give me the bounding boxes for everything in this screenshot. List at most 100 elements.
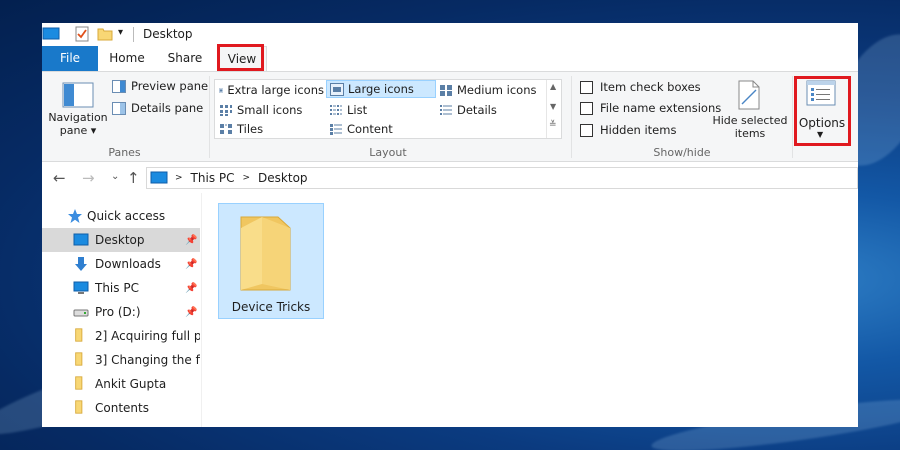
- chevron-down-icon: ▼: [817, 130, 824, 139]
- breadcrumb-separator-icon: >: [175, 173, 183, 183]
- layout-label: Content: [347, 122, 393, 136]
- nav-item-desktop[interactable]: Desktop 📌: [42, 228, 200, 252]
- layout-label: Small icons: [237, 103, 303, 117]
- layout-medium-icons[interactable]: Medium icons: [436, 81, 544, 99]
- layout-large-icons[interactable]: Large icons: [326, 80, 436, 98]
- preview-pane-icon: [112, 79, 126, 93]
- content-icon: [330, 123, 342, 135]
- options-label: Options: [798, 116, 846, 130]
- address-row: ← → ⌄ ↑ > This PC > Desktop: [42, 163, 858, 193]
- title-separator: [133, 27, 134, 42]
- details-icon: [440, 104, 452, 115]
- folder-icon: [75, 376, 83, 390]
- nav-item-label: This PC: [95, 281, 139, 295]
- options-button[interactable]: Options ▼: [795, 76, 849, 144]
- item-check-boxes-checkbox[interactable]: [580, 80, 593, 94]
- layout-gallery-scroller[interactable]: ▲ ▼ ≚: [546, 80, 561, 138]
- chevron-down-icon[interactable]: ▾: [118, 27, 123, 43]
- navigation-pane-label: Navigation: [48, 111, 108, 124]
- hidden-items-toggle[interactable]: Hidden items: [580, 121, 676, 139]
- hide-selected-items-button[interactable]: Hide selected items: [709, 114, 791, 140]
- folder-icon: [75, 328, 83, 342]
- scroll-up-icon[interactable]: ▲: [550, 82, 556, 91]
- properties-icon[interactable]: [75, 26, 89, 42]
- nav-item-label: 2] Acquiring full per: [95, 329, 200, 343]
- nav-item-label: Pro (D:): [95, 305, 141, 319]
- group-separator: [792, 76, 793, 158]
- breadcrumb-this-pc[interactable]: This PC: [191, 171, 235, 185]
- breadcrumb-desktop[interactable]: Desktop: [258, 171, 308, 185]
- panes-group-label: Panes: [108, 146, 141, 159]
- back-arrow-icon[interactable]: ←: [53, 169, 66, 187]
- group-separator: [571, 76, 572, 158]
- tab-share[interactable]: Share: [160, 46, 210, 71]
- extra-large-icons-icon: [219, 87, 224, 93]
- window-icon: [42, 27, 60, 40]
- layout-list[interactable]: List: [326, 101, 434, 119]
- hide-selected-items-label: Hide selected: [712, 114, 788, 127]
- preview-pane-button[interactable]: Preview pane: [112, 77, 208, 95]
- tab-file[interactable]: File: [42, 46, 98, 71]
- nav-item-downloads[interactable]: Downloads 📌: [42, 252, 200, 276]
- hide-selected-items-label-2: items: [734, 127, 766, 140]
- star-icon: [68, 209, 82, 223]
- navigation-pane-button[interactable]: Navigation pane ▾: [46, 111, 110, 137]
- layout-label: Tiles: [237, 122, 264, 136]
- nav-item-folder[interactable]: Contents: [42, 396, 200, 420]
- details-pane-button[interactable]: Details pane: [112, 99, 203, 117]
- large-icons-icon: [330, 82, 344, 96]
- item-check-boxes-toggle[interactable]: Item check boxes: [580, 78, 701, 96]
- nav-item-folder[interactable]: 2] Acquiring full per: [42, 324, 200, 348]
- nav-item-label: Quick access: [87, 209, 166, 223]
- tiles-icon: [220, 123, 232, 134]
- layout-content[interactable]: Content: [326, 120, 434, 138]
- list-icon: [330, 104, 342, 115]
- breadcrumb-separator-icon: >: [242, 173, 251, 183]
- file-name-extensions-toggle[interactable]: File name extensions: [580, 99, 721, 117]
- nav-item-pro-drive[interactable]: Pro (D:) 📌: [42, 300, 200, 324]
- scroll-down-icon[interactable]: ▼: [550, 102, 556, 111]
- layout-small-icons[interactable]: Small icons: [216, 101, 324, 119]
- new-folder-icon[interactable]: [97, 26, 113, 42]
- nav-item-folder[interactable]: Ankit Gupta: [42, 372, 200, 396]
- folder-icon: [75, 352, 83, 366]
- nav-item-label: Downloads: [95, 257, 161, 271]
- nav-item-quick-access[interactable]: Quick access: [42, 204, 200, 228]
- layout-details[interactable]: Details: [436, 101, 544, 119]
- pin-icon[interactable]: 📌: [185, 307, 197, 318]
- layout-gallery: Extra large icons Large icons Medium ico…: [214, 79, 562, 139]
- pin-icon[interactable]: 📌: [185, 283, 197, 294]
- nav-item-this-pc[interactable]: This PC 📌: [42, 276, 200, 300]
- layout-tiles[interactable]: Tiles: [216, 120, 324, 138]
- drive-icon: [73, 309, 89, 317]
- file-list: Device Tricks: [203, 193, 858, 427]
- details-pane-label: Details pane: [131, 101, 204, 115]
- layout-extra-large-icons[interactable]: Extra large icons: [216, 81, 324, 99]
- address-bar[interactable]: > This PC > Desktop: [146, 167, 858, 189]
- download-icon: [75, 257, 87, 271]
- gallery-more-icon[interactable]: ≚: [549, 120, 557, 130]
- forward-arrow-icon[interactable]: →: [82, 169, 95, 187]
- ribbon-tabs: File Home Share View: [42, 46, 858, 72]
- hidden-items-checkbox[interactable]: [580, 123, 593, 137]
- hidden-items-label: Hidden items: [600, 123, 677, 137]
- nav-item-label: Contents: [95, 401, 149, 415]
- nav-item-folder[interactable]: 3] Changing the file: [42, 348, 200, 372]
- file-explorer-window: ▾ Desktop File Home Share View Navigatio…: [42, 23, 858, 427]
- recent-locations-chevron-icon[interactable]: ⌄: [111, 171, 119, 182]
- nav-item-label: Desktop: [95, 233, 145, 247]
- pin-icon[interactable]: 📌: [185, 259, 197, 270]
- nav-item-label: Ankit Gupta: [95, 377, 167, 391]
- pin-icon[interactable]: 📌: [185, 235, 197, 246]
- tab-view[interactable]: View: [217, 46, 267, 72]
- navigation-pane: Quick access Desktop 📌 Downloads 📌 This …: [42, 193, 202, 427]
- medium-icons-icon: [440, 84, 452, 96]
- options-icon: [806, 80, 836, 106]
- item-check-boxes-label: Item check boxes: [600, 80, 701, 94]
- file-name-extensions-checkbox[interactable]: [580, 101, 593, 115]
- file-item[interactable]: Device Tricks: [218, 203, 324, 319]
- up-arrow-icon[interactable]: ↑: [127, 169, 140, 187]
- title-bar: ▾ Desktop: [42, 23, 858, 46]
- navigation-pane-icon: [62, 82, 94, 108]
- tab-home[interactable]: Home: [102, 46, 152, 71]
